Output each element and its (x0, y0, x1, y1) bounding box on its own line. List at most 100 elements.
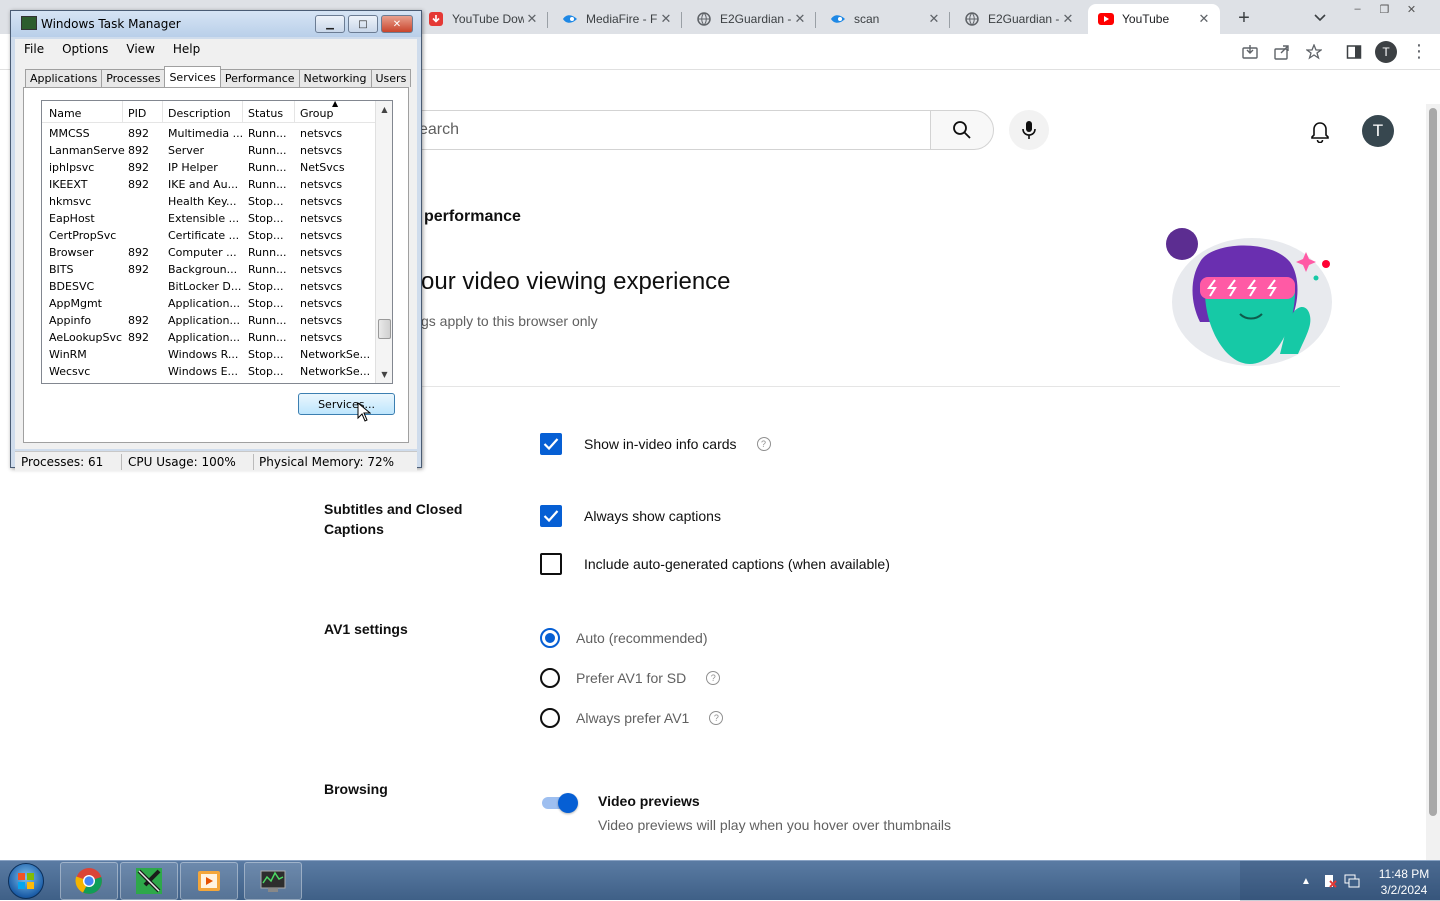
column-group[interactable]: Group (300, 107, 334, 120)
av1-always-radio[interactable] (540, 708, 560, 728)
tab-processes[interactable]: Processes (101, 69, 166, 87)
notifications-button[interactable] (1306, 118, 1334, 146)
help-icon[interactable]: ? (709, 711, 724, 725)
menu-help[interactable]: Help (164, 42, 209, 56)
menu-view[interactable]: View (117, 42, 163, 56)
browser-tab[interactable]: MediaFire - F ✕ (552, 4, 682, 34)
scroll-up-icon[interactable]: ▲ (376, 101, 392, 118)
minimize-button[interactable]: – (1344, 0, 1371, 18)
tab-performance[interactable]: Performance (219, 69, 300, 87)
tab-networking[interactable]: Networking (298, 69, 372, 87)
auto-captions-checkbox[interactable] (540, 553, 562, 575)
chevron-down-icon[interactable] (1310, 8, 1330, 28)
scrollbar-thumb[interactable] (378, 319, 391, 339)
info-cards-checkbox[interactable] (540, 433, 562, 455)
table-row[interactable]: CertPropSvc Certificate ... Stop... netsvcs (42, 227, 375, 244)
start-button[interactable] (8, 863, 44, 899)
column-description[interactable]: Description (168, 107, 231, 120)
close-icon[interactable]: ✕ (792, 11, 808, 27)
services-button[interactable]: Services... (298, 393, 395, 415)
table-cell: WinRM (49, 348, 87, 361)
side-panel-icon[interactable] (1344, 42, 1364, 62)
browser-tab[interactable]: YouTube Dow ✕ (418, 4, 548, 34)
show-hidden-icons-icon[interactable]: ▲ (1298, 873, 1314, 889)
table-row[interactable]: BITS 892 Backgroun... Runn... netsvcs (42, 261, 375, 278)
table-row[interactable]: EapHost Extensible ... Stop... netsvcs (42, 210, 375, 227)
browser-tab[interactable]: scan ✕ (820, 4, 950, 34)
page-scrollbar[interactable] (1426, 104, 1440, 860)
close-icon[interactable]: ✕ (524, 11, 540, 27)
table-row[interactable]: WinRM Windows R... Stop... NetworkSe... (42, 346, 375, 363)
table-row[interactable]: hkmsvc Health Key... Stop... netsvcs (42, 193, 375, 210)
table-cell: netsvcs (300, 246, 343, 259)
table-row[interactable]: Browser 892 Computer ... Runn... netsvcs (42, 244, 375, 261)
restore-button[interactable]: ❐ (1371, 0, 1398, 18)
always-captions-option: Always show captions (540, 505, 721, 527)
taskbar-media-player[interactable] (180, 862, 238, 900)
menu-file[interactable]: File (15, 42, 53, 56)
list-scrollbar[interactable]: ▲ ▼ (375, 101, 392, 383)
taskbar-chrome[interactable] (60, 862, 118, 900)
column-name[interactable]: Name (49, 107, 81, 120)
browser-tab[interactable]: E2Guardian - ✕ (954, 4, 1084, 34)
column-pid[interactable]: PID (128, 107, 146, 120)
scroll-down-icon[interactable]: ▼ (376, 366, 392, 383)
install-app-icon[interactable] (1240, 42, 1260, 62)
table-row[interactable]: Appinfo 892 Application... Runn... netsvcs (42, 312, 375, 329)
close-icon[interactable]: ✕ (1060, 11, 1076, 27)
table-row[interactable]: BDESVC BitLocker D... Stop... netsvcs (42, 278, 375, 295)
menu-options[interactable]: Options (53, 42, 117, 56)
avatar[interactable]: T (1362, 115, 1394, 147)
close-window-button[interactable]: ✕ (1398, 0, 1425, 18)
table-cell: Certificate ... (168, 229, 240, 242)
table-cell: Runn... (248, 144, 287, 157)
close-icon[interactable]: ✕ (926, 11, 942, 27)
av1-auto-radio[interactable] (540, 628, 560, 648)
close-icon[interactable]: ✕ (1196, 11, 1212, 27)
table-cell: netsvcs (300, 212, 343, 225)
table-cell: Runn... (248, 161, 287, 174)
help-icon[interactable]: ? (756, 437, 771, 451)
help-icon[interactable]: ? (706, 671, 721, 685)
maximize-button[interactable]: □ (348, 15, 378, 33)
task-manager-titlebar[interactable]: Windows Task Manager ▁ □ ✕ (11, 11, 421, 37)
always-captions-checkbox[interactable] (540, 505, 562, 527)
profile-avatar[interactable]: T (1375, 41, 1397, 63)
system-clock[interactable]: 11:48 PM 3/2/2024 (1372, 866, 1436, 898)
bookmark-star-icon[interactable] (1304, 42, 1324, 62)
table-cell: Stop... (248, 365, 284, 378)
share-icon[interactable] (1272, 42, 1292, 62)
tab-applications[interactable]: Applications (25, 69, 103, 87)
action-center-icon[interactable] (1322, 873, 1338, 889)
av1-sd-radio[interactable] (540, 668, 560, 688)
table-cell: Wecsvc (49, 365, 91, 378)
table-row[interactable]: iphlpsvc 892 IP Helper Runn... NetSvcs (42, 159, 375, 176)
video-previews-toggle[interactable] (540, 793, 578, 813)
taskbar-video-editor[interactable] (120, 862, 178, 900)
table-cell: Application... (168, 314, 240, 327)
table-cell: netsvcs (300, 263, 343, 276)
close-icon[interactable]: ✕ (658, 11, 674, 27)
table-row[interactable]: AeLookupSvc 892 Application... Runn... netsv… (42, 329, 375, 346)
network-icon[interactable] (1344, 873, 1360, 889)
table-row[interactable]: AppMgmt Application... Stop... netsvcs (42, 295, 375, 312)
minimize-button[interactable]: ▁ (315, 15, 345, 33)
tab-services[interactable]: Services (164, 66, 221, 87)
search-button[interactable] (930, 110, 994, 150)
close-button[interactable]: ✕ (381, 15, 413, 33)
table-row[interactable]: Wecsvc Windows E... Stop... NetworkSe... (42, 363, 375, 380)
table-row[interactable]: IKEEXT 892 IKE and Au... Runn... netsvcs (42, 176, 375, 193)
status-memory: Physical Memory: 72% (259, 455, 395, 469)
browser-tab[interactable]: E2Guardian - ✕ (686, 4, 816, 34)
more-menu-icon[interactable]: ⋮ (1410, 42, 1428, 62)
browser-tab-active[interactable]: YouTube ✕ (1088, 4, 1220, 34)
table-row[interactable]: MMCSS 892 Multimedia ... Runn... netsvcs (42, 125, 375, 142)
table-row[interactable]: LanmanServer 892 Server Runn... netsvcs (42, 142, 375, 159)
taskbar-task-manager[interactable] (244, 862, 302, 900)
new-tab-button[interactable]: + (1232, 6, 1256, 30)
column-status[interactable]: Status (248, 107, 283, 120)
search-input[interactable]: earch (400, 110, 931, 150)
scrollbar-thumb[interactable] (1429, 108, 1437, 816)
voice-search-button[interactable] (1009, 110, 1049, 150)
tab-users[interactable]: Users (370, 69, 412, 87)
